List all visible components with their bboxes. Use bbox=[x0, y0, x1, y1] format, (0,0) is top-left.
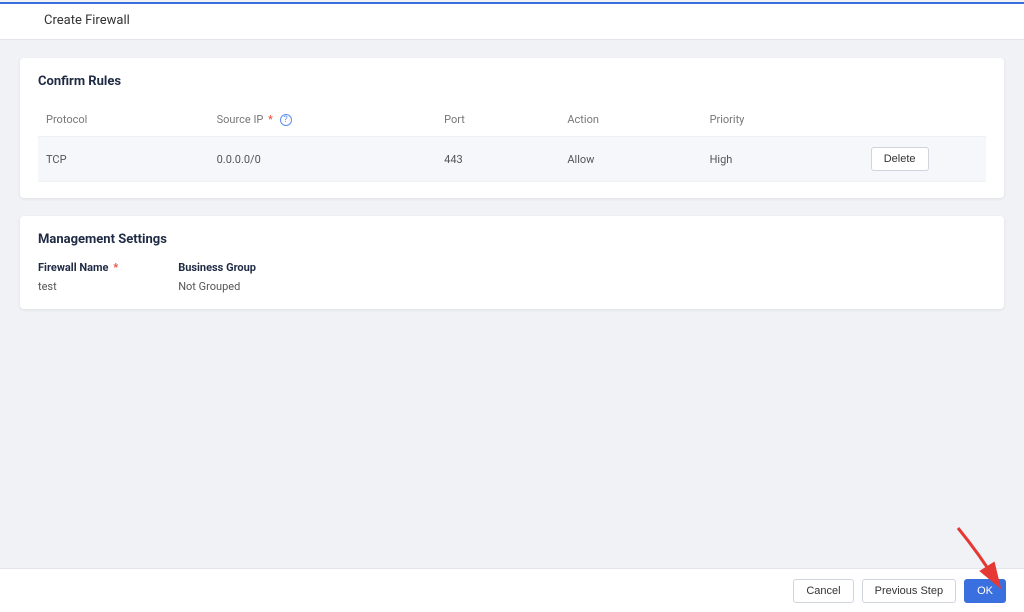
cell-ops: Delete bbox=[863, 137, 986, 182]
cell-protocol: TCP bbox=[38, 137, 209, 182]
page-title: Create Firewall bbox=[16, 13, 130, 28]
cell-action: Allow bbox=[559, 137, 701, 182]
confirm-rules-title: Confirm Rules bbox=[38, 74, 986, 89]
business-group-label: Business Group bbox=[178, 261, 256, 274]
business-group-field: Business Group Not Grouped bbox=[178, 261, 256, 293]
content-area: Confirm Rules Protocol Source IP * ? Por… bbox=[0, 42, 1024, 572]
ok-button[interactable]: OK bbox=[964, 579, 1006, 603]
rules-table-header-row: Protocol Source IP * ? Port Action Prior… bbox=[38, 103, 986, 137]
management-settings-card: Management Settings Firewall Name * test… bbox=[20, 216, 1004, 309]
table-row: TCP 0.0.0.0/0 443 Allow High Delete bbox=[38, 137, 986, 182]
col-sourceip-label: Source IP bbox=[217, 113, 264, 126]
col-port-header: Port bbox=[436, 103, 559, 137]
confirm-rules-card: Confirm Rules Protocol Source IP * ? Por… bbox=[20, 58, 1004, 198]
management-settings-title: Management Settings bbox=[38, 232, 986, 247]
col-ops-header bbox=[863, 103, 986, 137]
page-header: Create Firewall bbox=[0, 2, 1024, 40]
required-asterisk: * bbox=[113, 261, 118, 274]
col-action-header: Action bbox=[559, 103, 701, 137]
rules-table: Protocol Source IP * ? Port Action Prior… bbox=[38, 103, 986, 182]
footer-bar: Cancel Previous Step OK bbox=[0, 568, 1024, 612]
firewall-name-field: Firewall Name * test bbox=[38, 261, 118, 293]
page-accent-border bbox=[0, 2, 1024, 4]
cell-port: 443 bbox=[436, 137, 559, 182]
firewall-name-label: Firewall Name * bbox=[38, 261, 118, 274]
cell-sourceip: 0.0.0.0/0 bbox=[209, 137, 437, 182]
settings-grid: Firewall Name * test Business Group Not … bbox=[38, 261, 986, 293]
firewall-name-label-text: Firewall Name bbox=[38, 261, 108, 274]
previous-step-button[interactable]: Previous Step bbox=[862, 579, 956, 603]
business-group-value: Not Grouped bbox=[178, 280, 256, 293]
required-asterisk: * bbox=[268, 113, 273, 126]
col-sourceip-header: Source IP * ? bbox=[209, 103, 437, 137]
help-icon[interactable]: ? bbox=[280, 114, 292, 126]
cancel-button[interactable]: Cancel bbox=[793, 579, 853, 603]
col-protocol-header: Protocol bbox=[38, 103, 209, 137]
delete-button[interactable]: Delete bbox=[871, 147, 929, 171]
col-priority-header: Priority bbox=[702, 103, 863, 137]
cell-priority: High bbox=[702, 137, 863, 182]
firewall-name-value: test bbox=[38, 280, 118, 293]
